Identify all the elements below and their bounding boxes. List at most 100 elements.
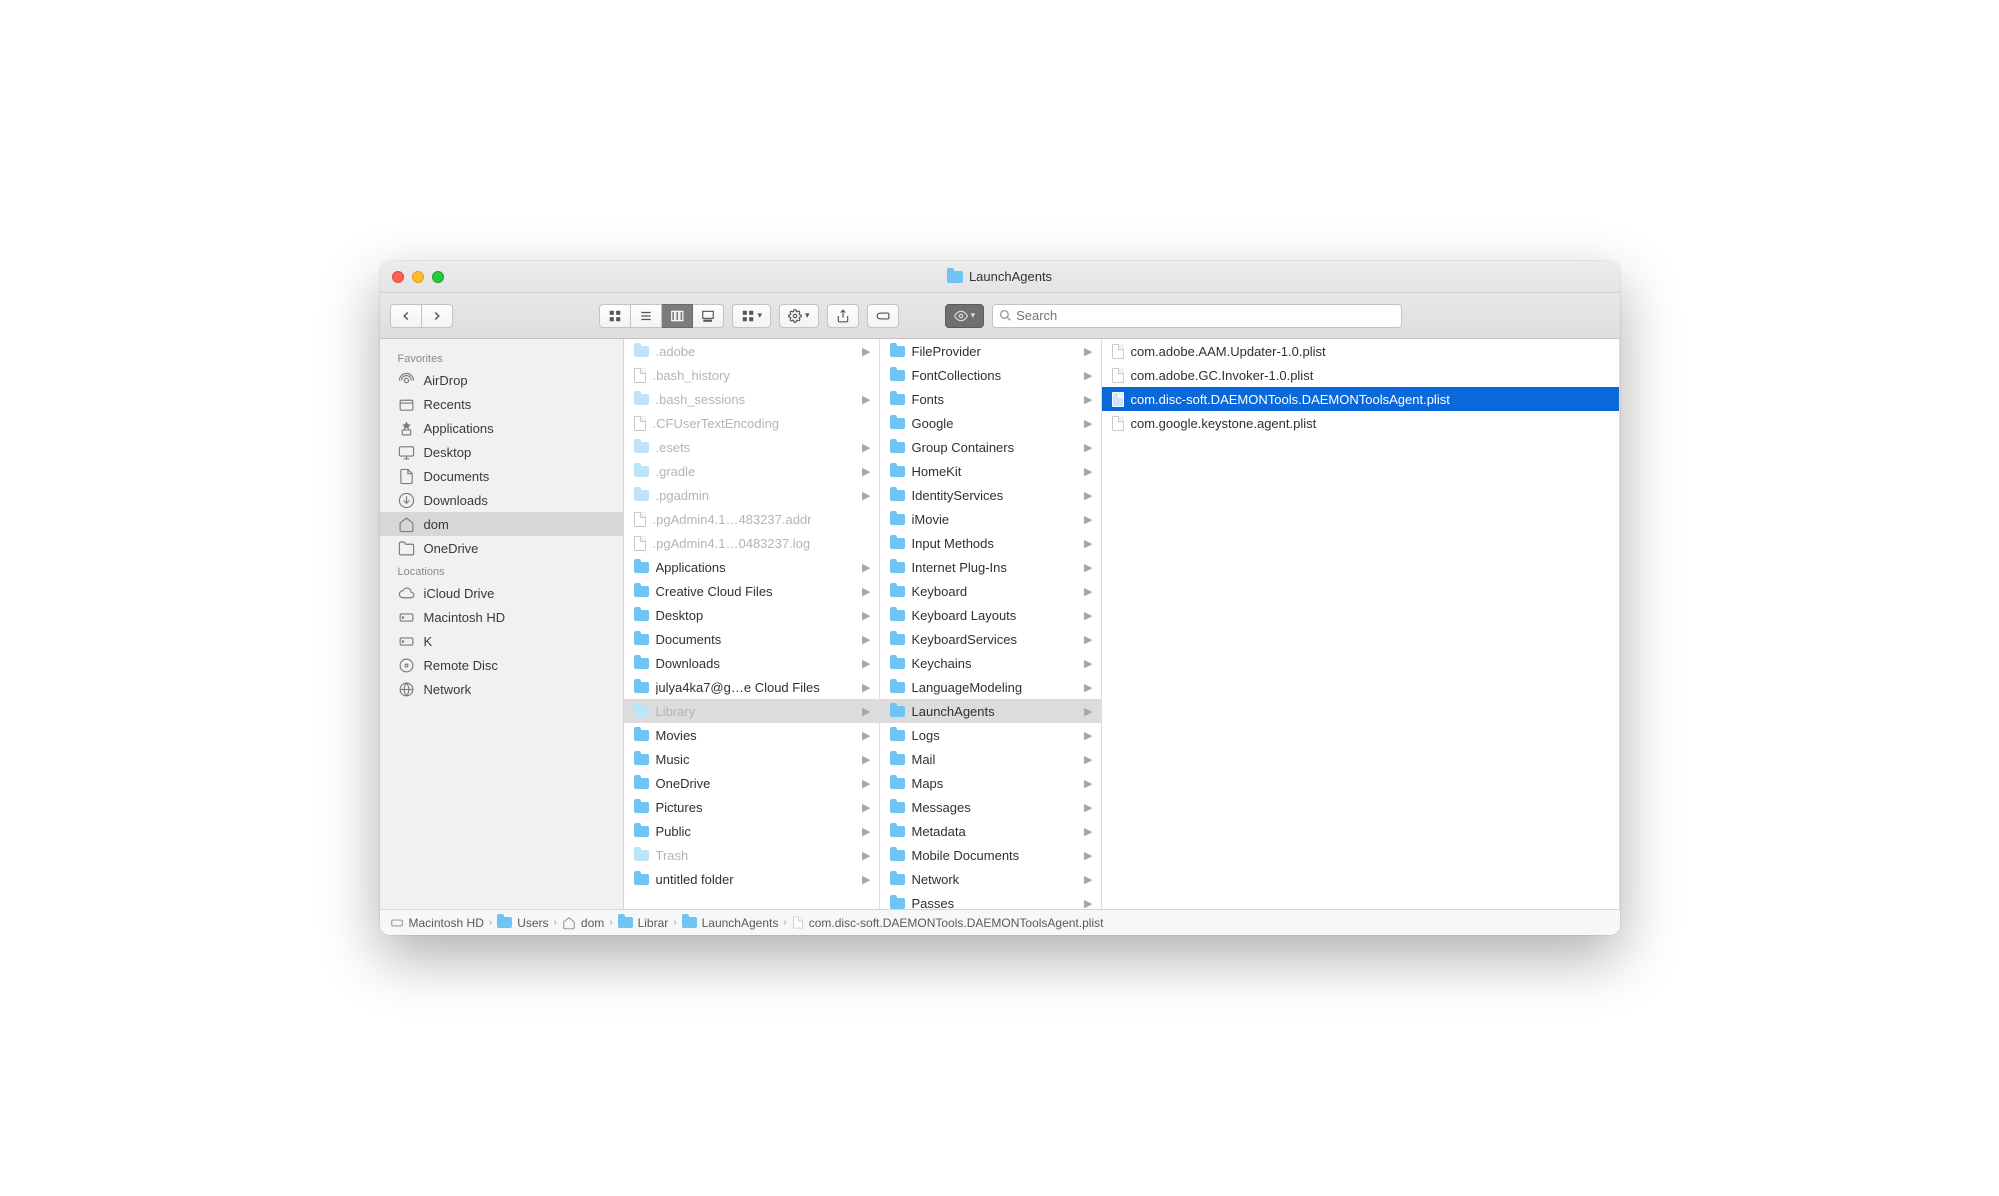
sidebar-item-icloud-drive[interactable]: iCloud Drive [380,581,623,605]
list-item[interactable]: Group Containers▶ [880,435,1101,459]
list-item[interactable]: Library▶ [624,699,879,723]
search-field[interactable] [992,304,1402,328]
list-item[interactable]: Downloads▶ [624,651,879,675]
icon-view-button[interactable] [599,304,631,328]
list-item[interactable]: Trash▶ [624,843,879,867]
list-item[interactable]: Movies▶ [624,723,879,747]
path-segment[interactable]: com.disc-soft.DAEMONTools.DAEMONToolsAge… [792,915,1104,930]
list-item[interactable]: Fonts▶ [880,387,1101,411]
privacy-button[interactable]: ▾ [945,304,985,328]
file-icon [634,416,646,431]
sidebar-item-remote-disc[interactable]: Remote Disc [380,653,623,677]
list-item[interactable]: Maps▶ [880,771,1101,795]
gallery-view-button[interactable] [693,304,724,328]
list-item[interactable]: Creative Cloud Files▶ [624,579,879,603]
zoom-button[interactable] [432,271,444,283]
column-1[interactable]: .adobe▶.bash_history.bash_sessions▶.CFUs… [624,339,880,909]
list-item[interactable]: iMovie▶ [880,507,1101,531]
search-input[interactable] [1016,308,1395,323]
item-label: Applications [656,560,856,575]
list-item[interactable]: julya4ka7@g…e Cloud Files▶ [624,675,879,699]
chevron-right-icon: ▶ [1084,369,1094,382]
sidebar-item-recents[interactable]: Recents [380,392,623,416]
sidebar-item-label: Downloads [424,493,488,508]
path-segment[interactable]: Librar [618,916,669,930]
list-item[interactable]: .gradle▶ [624,459,879,483]
sidebar-item-airdrop[interactable]: AirDrop [380,368,623,392]
arrange-button[interactable]: ▾ [732,304,772,328]
list-item[interactable]: .pgAdmin4.1…483237.addr [624,507,879,531]
list-item[interactable]: KeyboardServices▶ [880,627,1101,651]
path-label: Librar [638,916,669,930]
tags-button[interactable] [867,304,899,328]
list-item[interactable]: Internet Plug-Ins▶ [880,555,1101,579]
list-item[interactable]: com.google.keystone.agent.plist [1102,411,1619,435]
sidebar-item-network[interactable]: Network [380,677,623,701]
view-buttons [599,304,724,328]
list-item[interactable]: Google▶ [880,411,1101,435]
list-item[interactable]: OneDrive▶ [624,771,879,795]
close-button[interactable] [392,271,404,283]
list-item[interactable]: Applications▶ [624,555,879,579]
list-item[interactable]: untitled folder▶ [624,867,879,891]
column-3[interactable]: com.adobe.AAM.Updater-1.0.plistcom.adobe… [1102,339,1620,909]
list-item[interactable]: HomeKit▶ [880,459,1101,483]
list-item[interactable]: Desktop▶ [624,603,879,627]
list-item[interactable]: .pgadmin▶ [624,483,879,507]
list-item[interactable]: Public▶ [624,819,879,843]
list-item[interactable]: Messages▶ [880,795,1101,819]
list-view-button[interactable] [631,304,662,328]
path-segment[interactable]: Users [497,916,548,930]
minimize-button[interactable] [412,271,424,283]
list-item[interactable]: Music▶ [624,747,879,771]
list-item[interactable]: com.adobe.GC.Invoker-1.0.plist [1102,363,1619,387]
folder-icon [890,898,905,909]
list-item[interactable]: Metadata▶ [880,819,1101,843]
sidebar-item-desktop[interactable]: Desktop [380,440,623,464]
list-item[interactable]: IdentityServices▶ [880,483,1101,507]
list-item[interactable]: Input Methods▶ [880,531,1101,555]
action-button[interactable]: ▾ [779,304,819,328]
column-2[interactable]: FileProvider▶FontCollections▶Fonts▶Googl… [880,339,1102,909]
list-item[interactable]: .bash_history [624,363,879,387]
list-item[interactable]: Pictures▶ [624,795,879,819]
list-item[interactable]: com.adobe.AAM.Updater-1.0.plist [1102,339,1619,363]
list-item[interactable]: .pgAdmin4.1…0483237.log [624,531,879,555]
sidebar-item-dom[interactable]: dom [380,512,623,536]
list-item[interactable]: Passes▶ [880,891,1101,909]
sidebar-item-documents[interactable]: Documents [380,464,623,488]
chevron-right-icon: ▶ [1084,681,1094,694]
forward-button[interactable] [422,304,453,328]
path-segment[interactable]: Macintosh HD [390,916,484,930]
sidebar-item-k[interactable]: K [380,629,623,653]
list-item[interactable]: FontCollections▶ [880,363,1101,387]
list-item[interactable]: Mail▶ [880,747,1101,771]
back-button[interactable] [390,304,422,328]
list-item[interactable]: Keyboard▶ [880,579,1101,603]
share-button[interactable] [827,304,859,328]
file-icon [1112,416,1124,431]
path-segment[interactable]: dom [562,916,604,930]
path-segment[interactable]: LaunchAgents [682,916,779,930]
sidebar-item-macintosh-hd[interactable]: Macintosh HD [380,605,623,629]
column-view-button[interactable] [662,304,693,328]
list-item[interactable]: LanguageModeling▶ [880,675,1101,699]
list-item[interactable]: Network▶ [880,867,1101,891]
sidebar-item-applications[interactable]: Applications [380,416,623,440]
sidebar-item-onedrive[interactable]: OneDrive [380,536,623,560]
list-item[interactable]: com.disc-soft.DAEMONTools.DAEMONToolsAge… [1102,387,1619,411]
list-item[interactable]: FileProvider▶ [880,339,1101,363]
list-item[interactable]: Keyboard Layouts▶ [880,603,1101,627]
list-item[interactable]: .CFUserTextEncoding [624,411,879,435]
path-label: Users [517,916,548,930]
list-item[interactable]: .bash_sessions▶ [624,387,879,411]
list-item[interactable]: Mobile Documents▶ [880,843,1101,867]
list-item[interactable]: Keychains▶ [880,651,1101,675]
item-label: Mobile Documents [912,848,1078,863]
list-item[interactable]: LaunchAgents▶ [880,699,1101,723]
list-item[interactable]: .adobe▶ [624,339,879,363]
list-item[interactable]: Logs▶ [880,723,1101,747]
list-item[interactable]: .esets▶ [624,435,879,459]
sidebar-item-downloads[interactable]: Downloads [380,488,623,512]
list-item[interactable]: Documents▶ [624,627,879,651]
